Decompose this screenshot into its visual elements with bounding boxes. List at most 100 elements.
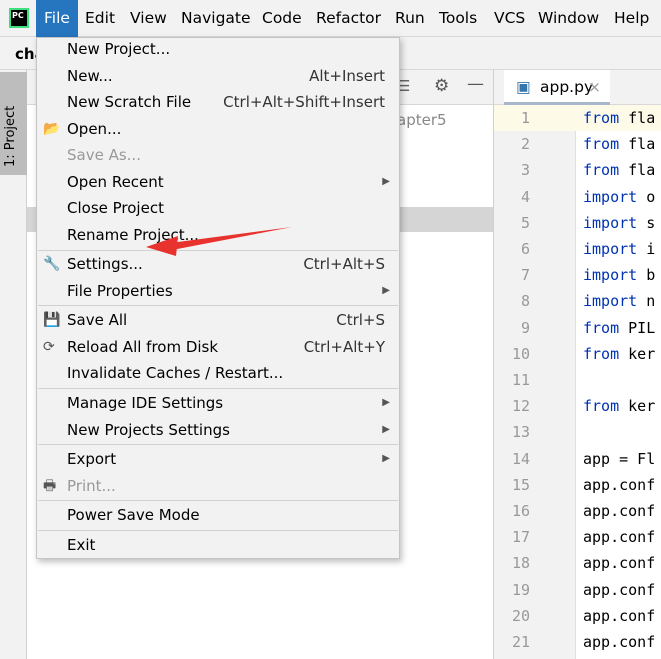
code-text: app.conf — [583, 580, 656, 599]
line-number: 7 — [520, 266, 530, 285]
menu-item-label: Invalidate Caches / Restart... — [67, 364, 284, 382]
menu-item-label: New Scratch File — [67, 93, 192, 111]
menu-vcs[interactable]: VCS — [486, 0, 533, 37]
tab-app-py[interactable]: ▣ app.py × — [504, 70, 610, 105]
line-number: 13 — [511, 423, 530, 442]
menu-separator — [38, 250, 398, 251]
code-line[interactable]: 18 app.conf — [494, 550, 661, 576]
menu-navigate[interactable]: Navigate — [173, 0, 259, 37]
menu-item-save-all[interactable]: 💾 Save All Ctrl+S — [37, 307, 399, 333]
pycharm-logo-icon: PC — [9, 8, 29, 28]
menu-item-open-recent[interactable]: Open Recent ▶ — [37, 169, 399, 195]
menu-item-label: Open Recent — [67, 172, 164, 191]
code-line[interactable]: 20 app.conf — [494, 603, 661, 629]
code-text: app.conf — [583, 502, 656, 520]
menu-window[interactable]: Window — [530, 0, 607, 37]
code-line[interactable]: 2 from fla — [494, 131, 661, 157]
menu-item-label: File Properties — [67, 281, 173, 300]
menu-item-manage-ide-settings[interactable]: Manage IDE Settings ▶ — [37, 390, 399, 416]
shortcut: Ctrl+S — [336, 311, 385, 329]
menubar: PC File Edit View Navigate Code Refactor Run To… — [0, 0, 661, 37]
line-number: 15 — [511, 475, 530, 494]
menu-file[interactable]: File — [36, 0, 78, 37]
menu-item-invalidate-caches-restart[interactable]: Invalidate Caches / Restart... — [37, 360, 399, 386]
menu-code[interactable]: Code — [254, 0, 310, 37]
line-number: 19 — [511, 580, 530, 599]
code-text: from fla — [583, 161, 656, 180]
code-line[interactable]: 6 import i — [494, 236, 661, 262]
shortcut: Ctrl+Alt+Shift+Insert — [223, 93, 385, 111]
menu-item-new-projects-settings[interactable]: New Projects Settings ▶ — [37, 417, 399, 443]
submenu-arrow-icon: ▶ — [382, 453, 390, 464]
menu-run[interactable]: Run — [387, 0, 433, 37]
code-text: import s — [583, 213, 656, 232]
code-line[interactable]: 11 — [494, 367, 661, 393]
line-number: 1 — [520, 109, 530, 127]
file-menu: New Project... New... Alt+Insert New Scratc… — [36, 37, 400, 559]
menu-item-new-project[interactable]: New Project... — [37, 36, 399, 62]
project-tool-tab[interactable]: 1: Project — [0, 72, 27, 175]
code-line[interactable]: 8 import n — [494, 288, 661, 314]
menu-item-label: Open... — [67, 119, 122, 138]
folder-icon: 📂 — [43, 120, 61, 137]
menu-item-new-scratch-file[interactable]: New Scratch File Ctrl+Alt+Shift+Insert — [37, 89, 399, 115]
code-line[interactable]: 15 app.conf — [494, 472, 661, 498]
menu-refactor[interactable]: Refactor — [308, 0, 389, 37]
code-line[interactable]: 17 app.conf — [494, 524, 661, 550]
code-text: app.conf — [583, 606, 656, 625]
line-number: 12 — [511, 397, 530, 416]
submenu-arrow-icon: ▶ — [382, 284, 390, 296]
python-file-icon: ▣ — [516, 78, 531, 96]
menu-item-export[interactable]: Export ▶ — [37, 446, 399, 472]
menu-help[interactable]: Help — [606, 0, 657, 37]
menu-item-file-properties[interactable]: File Properties ▶ — [37, 278, 399, 304]
menu-item-close-project[interactable]: Close Project — [37, 195, 399, 221]
line-number: 8 — [520, 292, 530, 311]
shortcut: Ctrl+Alt+Y — [303, 337, 385, 356]
code-line[interactable]: 16 app.conf — [494, 498, 661, 524]
menu-separator — [38, 444, 398, 445]
line-number: 18 — [511, 554, 530, 573]
menu-item-open[interactable]: 📂 Open... — [37, 116, 399, 142]
menu-tools[interactable]: Tools — [431, 0, 485, 37]
menu-item-rename-project[interactable]: Rename Project... — [37, 222, 399, 248]
code-line[interactable]: 19 app.conf — [494, 577, 661, 603]
line-number: 3 — [520, 161, 530, 180]
line-number: 4 — [520, 187, 530, 206]
menu-view[interactable]: View — [122, 0, 175, 37]
menu-item-settings[interactable]: 🔧 Settings... Ctrl+Alt+S — [37, 251, 399, 277]
menu-item-label: New... — [67, 66, 113, 85]
menu-separator — [38, 500, 398, 501]
code-text: app.conf — [583, 475, 656, 494]
line-number: 16 — [511, 502, 530, 520]
code-line[interactable]: 1 from fla — [494, 105, 661, 132]
code-line[interactable]: 5 import s — [494, 210, 661, 236]
code-line[interactable]: 12 from ker — [494, 393, 661, 419]
code-line[interactable]: 13 — [494, 419, 661, 445]
menu-item-power-save-mode[interactable]: Power Save Mode — [37, 502, 399, 528]
menu-item-save-as[interactable]: Save As... — [37, 142, 399, 168]
code-line[interactable]: 3 from fla — [494, 157, 661, 183]
menu-separator — [38, 530, 398, 531]
print-icon: 🖶 — [43, 477, 57, 494]
code-line[interactable]: 9 from PIL — [494, 315, 661, 341]
menu-item-label: Reload All from Disk — [67, 337, 219, 356]
close-tab-icon[interactable]: × — [588, 70, 601, 105]
menu-item-reload-all-from-disk[interactable]: ⟳ Reload All from Disk Ctrl+Alt+Y — [37, 334, 399, 360]
minimize-icon[interactable]: — — [467, 74, 484, 94]
menu-edit[interactable]: Edit — [77, 0, 123, 37]
code-text: import n — [583, 292, 656, 311]
menu-item-print[interactable]: 🖶 Print... — [37, 473, 399, 499]
code-line[interactable]: 4 import o — [494, 184, 661, 210]
submenu-arrow-icon: ▶ — [382, 423, 390, 435]
code-line[interactable]: 10 from ker — [494, 341, 661, 367]
code-line[interactable]: 14 app = Fl — [494, 446, 661, 472]
gear-icon[interactable]: ⚙ — [434, 76, 449, 96]
code-line[interactable]: 21 app.conf — [494, 629, 661, 655]
code-line[interactable]: 7 import b — [494, 262, 661, 288]
menu-item-label: New Project... — [67, 40, 171, 58]
menu-item-exit[interactable]: Exit — [37, 532, 399, 558]
menu-item-new[interactable]: New... Alt+Insert — [37, 63, 399, 89]
code-text: import i — [583, 240, 656, 258]
wrench-icon: 🔧 — [43, 256, 61, 272]
